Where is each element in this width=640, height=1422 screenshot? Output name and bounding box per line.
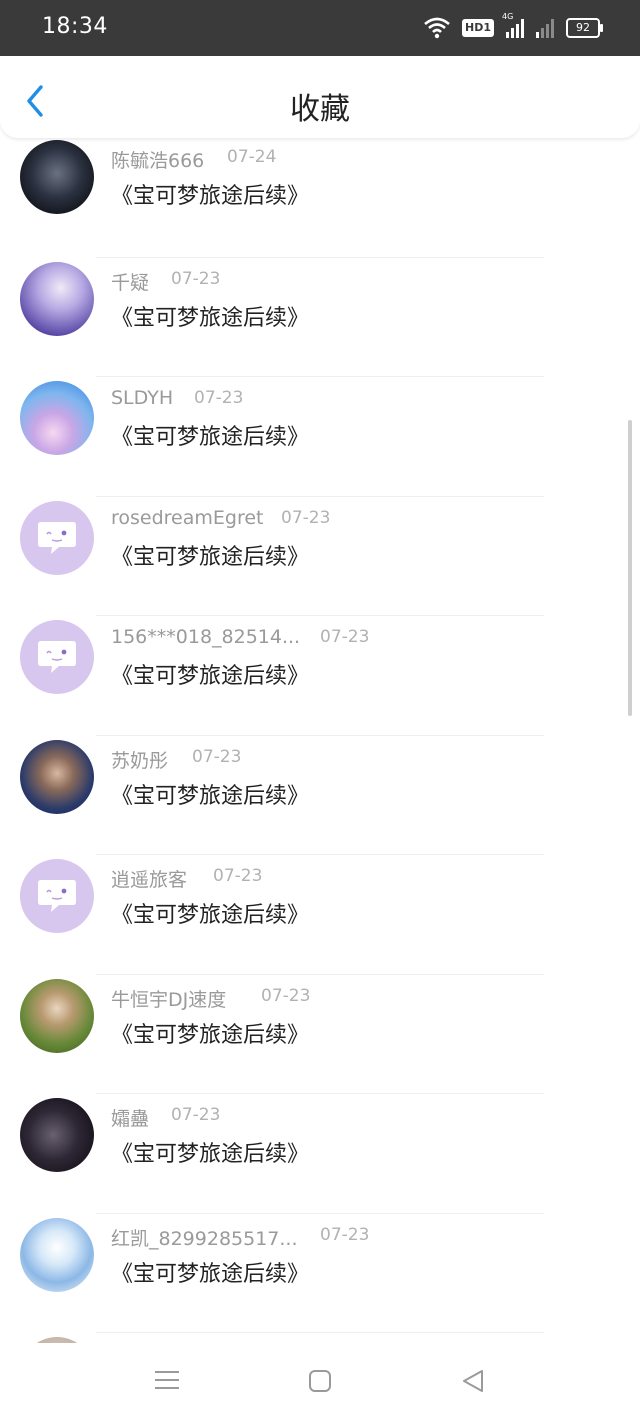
post-date: 07-23 <box>320 627 370 647</box>
battery-icon: 92 <box>566 18 603 38</box>
favorite-title[interactable]: 《宝可梦旅途后续》 <box>111 778 309 810</box>
status-icons: HD1 4G 92 <box>424 12 603 42</box>
user-name[interactable]: 孀蠱 <box>111 1104 149 1131</box>
favorite-title[interactable]: 《宝可梦旅途后续》 <box>111 658 309 690</box>
chat-bubble-icon <box>38 521 76 554</box>
post-date: 07-23 <box>194 388 244 408</box>
favorite-title[interactable]: 《宝可梦旅途后续》 <box>111 1017 309 1049</box>
signal-4g-icon: 4G <box>502 12 524 38</box>
signal-sim2-icon <box>536 18 554 38</box>
home-square-icon[interactable] <box>309 1370 331 1392</box>
wifi-icon <box>424 17 450 39</box>
favorite-title[interactable]: 《宝可梦旅途后续》 <box>111 178 309 210</box>
favorite-title[interactable]: 《宝可梦旅途后续》 <box>111 1136 309 1168</box>
user-name[interactable]: rosedreamEgret <box>111 507 264 529</box>
avatar[interactable] <box>20 1217 94 1292</box>
favorite-title[interactable]: 《宝可梦旅途后续》 <box>111 300 309 332</box>
post-date: 07-23 <box>171 1105 221 1125</box>
user-name[interactable]: 苏奶彤 <box>111 746 168 773</box>
avatar[interactable] <box>20 859 94 933</box>
triangle-back-icon[interactable] <box>461 1368 485 1394</box>
favorites-list: 陈毓浩666 07-24 《宝可梦旅途后续》 千疑 07-23 《宝可梦旅途后续… <box>0 138 640 1343</box>
user-name[interactable]: 156***018_82514... <box>111 626 300 648</box>
hd-voice-icon: HD1 <box>462 19 494 37</box>
list-item[interactable]: 孀蠱 07-23 《宝可梦旅途后续》 <box>0 1094 640 1214</box>
post-date: 07-23 <box>171 268 221 289</box>
favorite-title[interactable]: 《宝可梦旅途后续》 <box>111 1256 309 1288</box>
post-date: 07-24 <box>227 147 277 167</box>
avatar[interactable] <box>20 140 94 214</box>
list-item[interactable]: rosedreamEgret 07-23 《宝可梦旅途后续》 <box>0 497 640 616</box>
user-name[interactable]: 千疑 <box>111 268 149 295</box>
system-nav-bar <box>0 1343 640 1422</box>
favorite-title[interactable]: 《宝可梦旅途后续》 <box>111 539 309 571</box>
avatar[interactable] <box>20 261 94 336</box>
avatar[interactable] <box>20 381 94 455</box>
user-name[interactable]: SLDYH <box>111 387 173 409</box>
list-item[interactable]: 逍遥旅客 07-23 《宝可梦旅途后续》 <box>0 855 640 975</box>
list-item[interactable] <box>0 1333 640 1343</box>
avatar[interactable] <box>20 500 94 575</box>
post-date: 07-23 <box>320 1224 370 1245</box>
list-item[interactable]: 牛恒宇DJ速度 07-23 《宝可梦旅途后续》 <box>0 975 640 1094</box>
page-title: 收藏 <box>290 92 350 127</box>
favorite-title[interactable]: 《宝可梦旅途后续》 <box>111 897 309 929</box>
post-date: 07-23 <box>261 985 311 1006</box>
status-time: 18:34 <box>42 14 108 39</box>
chat-bubble-icon <box>38 880 76 912</box>
list-item[interactable]: 苏奶彤 07-23 《宝可梦旅途后续》 <box>0 736 640 855</box>
user-name[interactable]: 红凯_8299285517... <box>111 1224 298 1251</box>
user-name[interactable]: 牛恒宇DJ速度 <box>111 985 226 1012</box>
scrollbar[interactable] <box>628 420 632 716</box>
favorite-title[interactable]: 《宝可梦旅途后续》 <box>111 419 309 451</box>
avatar[interactable] <box>20 620 94 694</box>
list-item[interactable]: 千疑 07-23 《宝可梦旅途后续》 <box>0 258 640 377</box>
post-date: 07-23 <box>192 746 242 767</box>
chat-bubble-icon <box>38 641 76 673</box>
user-name[interactable]: 陈毓浩666 <box>111 146 204 173</box>
list-item[interactable]: SLDYH 07-23 《宝可梦旅途后续》 <box>0 377 640 497</box>
avatar[interactable] <box>20 1098 94 1172</box>
top-app-bar: 收藏 <box>0 56 640 138</box>
list-item[interactable]: 红凯_8299285517... 07-23 《宝可梦旅途后续》 <box>0 1214 640 1333</box>
status-bar: 18:34 HD1 4G 92 <box>0 0 640 56</box>
avatar[interactable] <box>20 739 94 814</box>
avatar[interactable] <box>20 978 94 1053</box>
user-name[interactable]: 逍遥旅客 <box>111 865 187 892</box>
list-item[interactable]: 156***018_82514... 07-23 《宝可梦旅途后续》 <box>0 616 640 736</box>
post-date: 07-23 <box>213 866 263 886</box>
list-item[interactable]: 陈毓浩666 07-24 《宝可梦旅途后续》 <box>0 138 640 258</box>
post-date: 07-23 <box>281 507 331 528</box>
menu-icon[interactable] <box>155 1369 179 1391</box>
